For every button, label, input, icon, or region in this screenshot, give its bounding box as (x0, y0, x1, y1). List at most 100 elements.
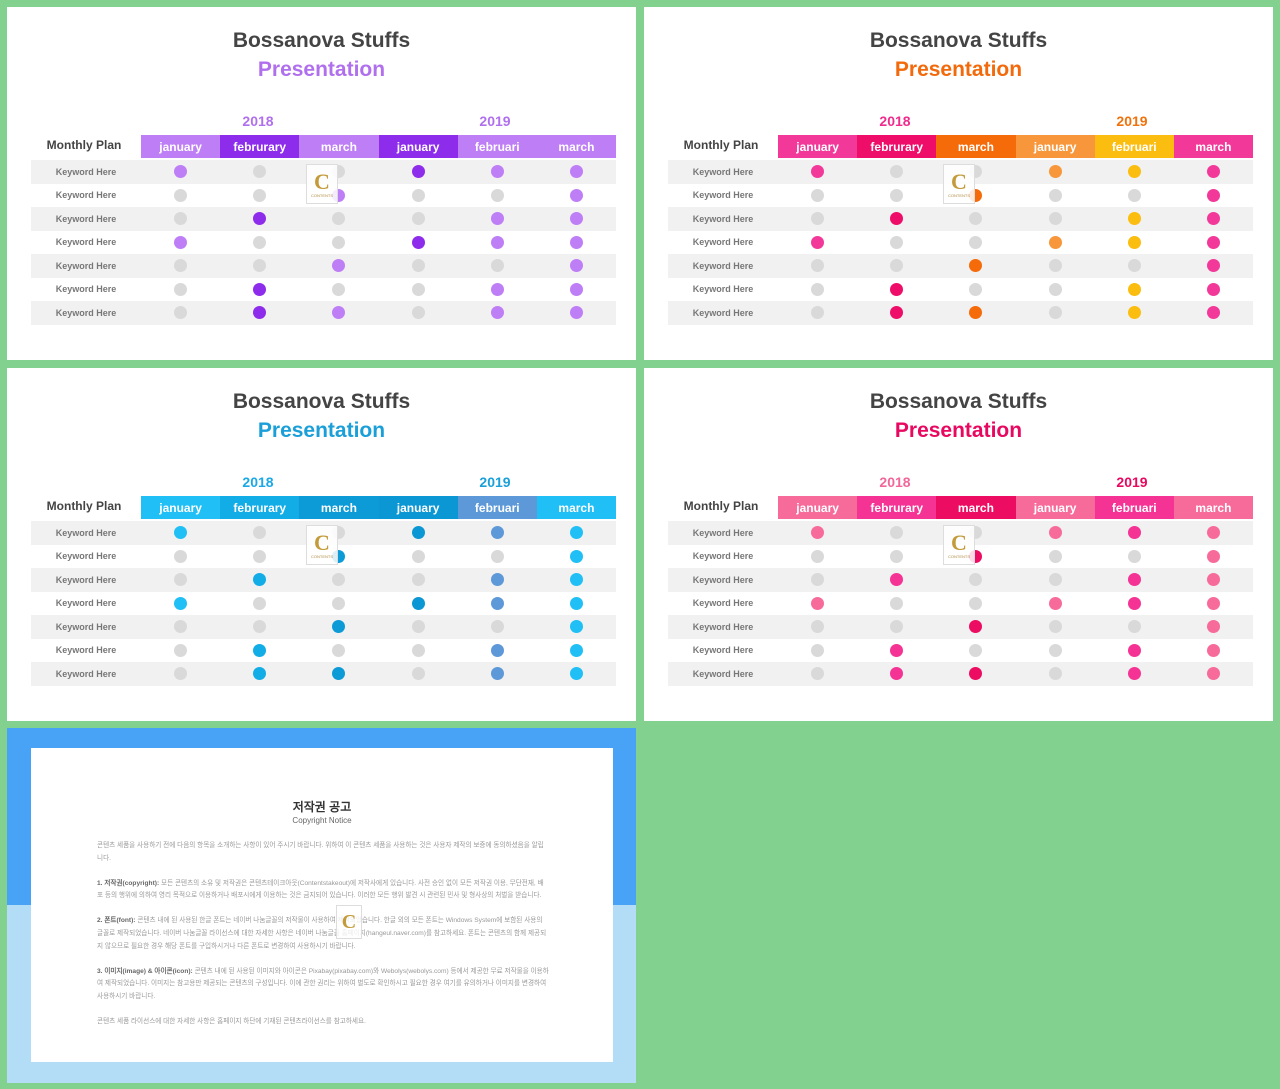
inactive-dot-icon (332, 573, 346, 587)
active-dot-icon (253, 212, 267, 226)
active-dot-icon (569, 596, 583, 610)
active-dot-icon (890, 282, 904, 296)
active-dot-icon (332, 667, 346, 681)
inactive-dot-icon (1048, 549, 1062, 563)
active-dot-icon (253, 306, 267, 320)
table-row: Keyword Here (31, 231, 616, 255)
table-cell (1016, 667, 1095, 681)
month-header-cell: februari (1094, 496, 1174, 519)
table-cell (1095, 667, 1174, 681)
active-dot-icon (1048, 165, 1062, 179)
keyword-label: Keyword Here (55, 190, 117, 201)
table-cell (537, 165, 616, 179)
table-cell (458, 235, 537, 249)
keyword-label: Keyword Here (692, 166, 754, 177)
table-cell (1174, 573, 1253, 587)
table-cell (778, 667, 857, 681)
inactive-dot-icon (890, 549, 904, 563)
month-header-cell: january (1015, 135, 1095, 158)
table-cell (220, 596, 299, 610)
inactive-dot-icon (490, 259, 504, 273)
table-cell (379, 549, 458, 563)
inactive-dot-icon (253, 620, 267, 634)
inactive-dot-icon (411, 188, 425, 202)
table-cell (1016, 596, 1095, 610)
keyword-label: Keyword Here (692, 621, 754, 632)
active-dot-icon (890, 212, 904, 226)
table-cell (379, 235, 458, 249)
inactive-dot-icon (490, 620, 504, 634)
table-cell (778, 620, 857, 634)
table-cell (379, 620, 458, 634)
keyword-label: Keyword Here (55, 260, 117, 271)
table-cell (458, 282, 537, 296)
keyword-label: Keyword Here (55, 668, 117, 679)
active-dot-icon (569, 212, 583, 226)
table-cell (537, 212, 616, 226)
table-cell (1095, 596, 1174, 610)
active-dot-icon (1127, 643, 1141, 657)
inactive-dot-icon (253, 549, 267, 563)
active-dot-icon (969, 259, 983, 273)
table-cell (1174, 667, 1253, 681)
inactive-dot-icon (411, 259, 425, 273)
table-cell (458, 596, 537, 610)
keyword-label: Keyword Here (692, 284, 754, 295)
keyword-label: Keyword Here (55, 213, 117, 224)
inactive-dot-icon (811, 188, 825, 202)
inactive-dot-icon (411, 643, 425, 657)
watermark-letter: C (951, 529, 967, 555)
active-dot-icon (569, 235, 583, 249)
copyright-card: 저작권 공고 Copyright Notice 콘텐츠 세품을 사용하기 전에 … (31, 748, 613, 1062)
table-row: Keyword Here (31, 592, 616, 616)
inactive-dot-icon (253, 596, 267, 610)
table-cell (141, 526, 220, 540)
active-dot-icon (569, 620, 583, 634)
section-body: 모든 콘텐츠의 소유 및 저작권은 콘텐츠테이크아웃(Contentstakeo… (97, 879, 544, 900)
table-cell (1016, 165, 1095, 179)
keyword-label: Keyword Here (692, 260, 754, 271)
copyright-slide: 저작권 공고 Copyright Notice 콘텐츠 세품을 사용하기 전에 … (7, 728, 636, 1083)
plan-slide: Bossanova Stuffs Presentation 2018 2019 Mont… (644, 7, 1273, 360)
month-header: january februrary march january februari marc… (141, 496, 617, 519)
table-cell (220, 573, 299, 587)
month-header-cell: march (536, 496, 617, 519)
section-head: 2. 폰트(font): (97, 917, 136, 925)
watermark-logo-icon: C CONTENTS (306, 525, 338, 565)
table-cell (1174, 235, 1253, 249)
inactive-dot-icon (174, 212, 188, 226)
section-head: 3. 이미지(image) & 아이콘(icon): (97, 967, 193, 975)
inactive-dot-icon (253, 526, 267, 540)
active-dot-icon (1206, 188, 1220, 202)
table-cell (537, 306, 616, 320)
active-dot-icon (890, 306, 904, 320)
active-dot-icon (890, 573, 904, 587)
copyright-section: 1. 저작권(copyright): 모든 콘텐츠의 소유 및 저작권은 콘텐츠… (97, 878, 549, 904)
inactive-dot-icon (890, 188, 904, 202)
active-dot-icon (411, 596, 425, 610)
table-cell (1174, 596, 1253, 610)
table-cell (857, 165, 936, 179)
active-dot-icon (1206, 620, 1220, 634)
table-cell (537, 282, 616, 296)
inactive-dot-icon (411, 620, 425, 634)
keyword-label: Keyword Here (692, 307, 754, 318)
inactive-dot-icon (332, 643, 346, 657)
table-cell (299, 643, 378, 657)
active-dot-icon (1206, 306, 1220, 320)
table-cell (778, 259, 857, 273)
active-dot-icon (1127, 212, 1141, 226)
month-header-cell: februrary (857, 496, 937, 519)
slide-title: Bossanova Stuffs (869, 390, 1048, 413)
table-cell (1174, 259, 1253, 273)
active-dot-icon (1127, 306, 1141, 320)
inactive-dot-icon (811, 667, 825, 681)
slide-subtitle: Presentation (894, 419, 1023, 442)
active-dot-icon (811, 235, 825, 249)
active-dot-icon (969, 306, 983, 320)
watermark-logo-icon: C CONTENTS (943, 164, 975, 204)
inactive-dot-icon (411, 282, 425, 296)
table-cell (1095, 259, 1174, 273)
active-dot-icon (569, 188, 583, 202)
inactive-dot-icon (1048, 259, 1062, 273)
